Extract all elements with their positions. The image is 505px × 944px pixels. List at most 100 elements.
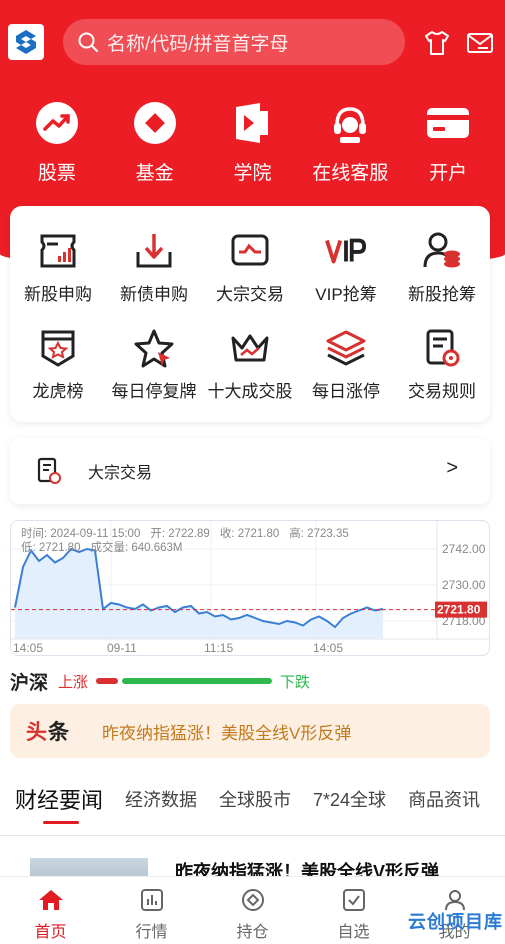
app-logo (8, 24, 44, 60)
quick-label: 开户 (429, 163, 468, 184)
service-block-trade[interactable]: 大宗交易 (202, 230, 298, 327)
chart-area (15, 549, 383, 639)
y-tick-label: 2730.00 (442, 578, 486, 592)
service-trade-rules[interactable]: 交易规则 (394, 327, 490, 424)
service-label: 每日停复牌 (111, 382, 197, 401)
headline-text: 昨夜纳指猛涨！美股全线V形反弹 (102, 723, 352, 743)
block-trade-title: 大宗交易 (88, 465, 153, 482)
headline-tag: 头条 (26, 716, 70, 746)
market-breadth: 沪深 上涨 下跌 (10, 668, 490, 694)
card-icon (425, 100, 471, 146)
nav-market[interactable]: 行情 (101, 877, 202, 944)
chart-open: 开: 2722.89 (150, 528, 210, 540)
service-dragon-tiger[interactable]: 龙虎榜 (10, 327, 106, 424)
chart-volume: 成交量: 640.663M (90, 542, 183, 554)
headline-banner[interactable]: 头条 昨夜纳指猛涨！美股全线V形反弹 (10, 704, 490, 758)
diamond-icon (132, 100, 178, 146)
article-item[interactable]: 昨夜纳指猛涨！美股全线V形反弹 (0, 836, 505, 876)
new-stock-icon (37, 230, 79, 272)
user-coins-icon (421, 230, 463, 272)
quick-label: 学院 (233, 163, 272, 184)
x-tick-label: 14:05 (13, 641, 43, 655)
block-trade-row[interactable]: 大宗交易 > (10, 438, 490, 504)
market-down-bar (122, 678, 273, 684)
service-new-stock[interactable]: 新股申购 (10, 230, 106, 327)
market-name: 沪深 (10, 672, 49, 694)
layers-icon (325, 327, 367, 369)
watermark-text: 云创项目库 (408, 912, 503, 932)
new-bond-icon (133, 230, 175, 272)
nav-label: 自选 (337, 924, 370, 941)
chart-time: 时间: 2024-09-11 15:00 (21, 528, 141, 540)
tab-economic-data[interactable]: 经济数据 (125, 776, 197, 812)
quick-item-stock[interactable]: 股票 (9, 100, 105, 190)
news-tabs: 财经要闻 经济数据 全球股市 7*24全球 商品资讯 (0, 776, 505, 836)
headline-tag-left: 头 (26, 721, 48, 744)
tshirt-icon[interactable] (422, 28, 452, 58)
chart-high: 高: 2723.35 (289, 528, 349, 540)
quick-item-open-account[interactable]: 开户 (400, 100, 496, 190)
chevron-right-icon: > (446, 457, 458, 479)
rules-doc-icon (37, 457, 61, 484)
trend-up-icon (34, 100, 80, 146)
market-down-label: 下跌 (280, 673, 311, 691)
x-tick-label: 14:05 (313, 641, 343, 655)
crown-icon (229, 327, 271, 369)
quick-item-academy[interactable]: 学院 (204, 100, 300, 190)
service-label: 新股抢筹 (408, 285, 476, 304)
market-up-label: 上涨 (58, 673, 89, 691)
service-limit-up[interactable]: 每日涨停 (298, 327, 394, 424)
article-title: 昨夜纳指猛涨！美股全线V形反弹 (175, 862, 440, 876)
services-card: 新股申购 新债申购 大宗交易 VIP抢筹 新股抢筹 龙虎榜 每日停复牌 十大成交… (10, 206, 490, 422)
rules-doc-icon (421, 327, 463, 369)
nav-positions[interactable]: 持仓 (202, 877, 303, 944)
chart-low: 低: 2721.80 (21, 542, 81, 554)
service-label: VIP抢筹 (315, 285, 377, 304)
chart-info: 时间: 2024-09-11 15:00 开: 2722.89 收: 2721.80… (21, 527, 359, 555)
service-label: 龙虎榜 (32, 382, 84, 401)
x-tick-label: 09-11 (107, 641, 137, 655)
vip-icon (325, 230, 367, 272)
y-tick-label: 2742.00 (442, 542, 486, 556)
search-bar[interactable]: 名称/代码/拼音首字母 (63, 19, 405, 65)
home-icon (38, 887, 64, 913)
service-vip[interactable]: VIP抢筹 (298, 230, 394, 327)
checkbox-icon (341, 887, 367, 913)
quick-label: 基金 (135, 163, 174, 184)
nav-label: 持仓 (236, 924, 269, 941)
headline-tag-right: 条 (48, 721, 70, 744)
star-cursor-icon (133, 327, 175, 369)
block-trade-icon (229, 230, 271, 272)
service-new-bond[interactable]: 新债申购 (106, 230, 202, 327)
quick-item-fund[interactable]: 基金 (107, 100, 203, 190)
video-play-icon (229, 100, 275, 146)
nav-label: 行情 (135, 924, 168, 941)
nav-home[interactable]: 首页 (0, 877, 101, 944)
nav-watchlist[interactable]: 自选 (303, 877, 404, 944)
tab-commodities[interactable]: 商品资讯 (408, 776, 480, 812)
quick-item-service[interactable]: 在线客服 (302, 100, 398, 190)
mail-icon[interactable] (465, 28, 495, 58)
quick-label: 在线客服 (312, 163, 389, 184)
search-icon (78, 32, 98, 52)
chart-close: 收: 2721.80 (219, 528, 280, 540)
tab-global-stocks[interactable]: 全球股市 (219, 776, 291, 812)
quick-nav: 股票 基金 学院 在线客服 开户 (0, 100, 505, 190)
service-suspension[interactable]: 每日停复牌 (106, 327, 202, 424)
nav-label: 首页 (34, 924, 67, 941)
service-top-ten[interactable]: 十大成交股 (202, 327, 298, 424)
service-label: 新股申购 (24, 285, 92, 304)
tab-finance-news[interactable]: 财经要闻 (15, 776, 103, 824)
tab-24h-global[interactable]: 7*24全球 (313, 776, 386, 812)
index-chart[interactable]: 2742.00 2730.00 2718.00 2721.80 14:05 09-11 11… (10, 520, 490, 656)
current-value-label: 2721.80 (437, 603, 481, 617)
x-tick-label: 11:15 (204, 641, 233, 655)
service-label: 大宗交易 (216, 285, 284, 304)
search-placeholder: 名称/代码/拼音首字母 (107, 33, 289, 55)
position-icon (240, 887, 266, 913)
quick-label: 股票 (37, 163, 76, 184)
market-up-bar (96, 678, 119, 684)
headset-icon (327, 100, 373, 146)
service-new-stock-grab[interactable]: 新股抢筹 (394, 230, 490, 327)
shield-star-icon (37, 327, 79, 369)
